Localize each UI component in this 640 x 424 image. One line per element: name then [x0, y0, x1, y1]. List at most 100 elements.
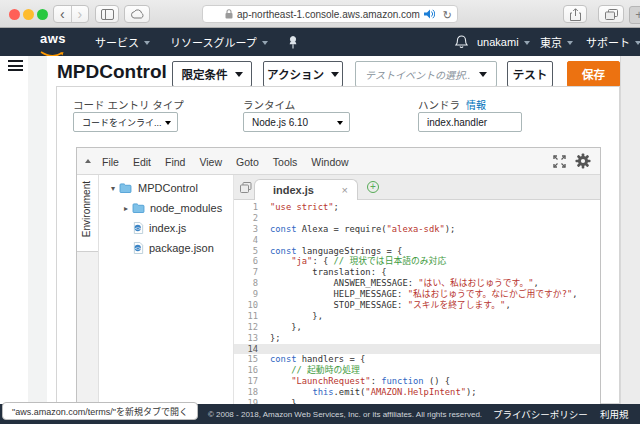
tabs-icon — [605, 9, 618, 20]
address-bar[interactable]: ap-northeast-1.console.aws.amazon.com ↻ — [202, 5, 458, 23]
code-line-3: 3const Alexa = require("alexa-sdk"); — [234, 224, 600, 235]
close-window-button[interactable] — [9, 9, 20, 20]
aws-nav-bar: aws サービス リソースグループ unakami — [0, 28, 640, 56]
tree-arrow-icon[interactable]: ▾ — [111, 184, 115, 193]
code-line-4: 4 — [234, 235, 600, 246]
qualifiers-button[interactable]: 限定条件 — [172, 61, 252, 87]
chevron-down-icon — [524, 41, 530, 45]
nav-support-menu[interactable]: サポート — [586, 28, 640, 56]
share-icon — [570, 8, 581, 21]
test-button[interactable]: テスト — [507, 61, 553, 87]
test-event-select[interactable]: テストイベントの選択.. — [355, 61, 497, 87]
new-tab-button[interactable]: + — [629, 6, 640, 24]
nav-region-menu[interactable]: 東京 — [540, 28, 573, 56]
menu-goto[interactable]: Goto — [229, 156, 266, 168]
nav-services[interactable]: サービス — [95, 28, 150, 56]
menu-tools[interactable]: Tools — [266, 156, 305, 168]
lock-icon — [225, 9, 233, 19]
handler-input[interactable]: index.handler — [418, 112, 522, 132]
menu-icon[interactable] — [8, 60, 23, 72]
code-entry-type-select[interactable]: コードをインライ... — [73, 112, 178, 132]
reload-button[interactable]: ↻ — [443, 7, 452, 23]
menu-edit[interactable]: Edit — [126, 156, 158, 168]
chevron-down-icon — [331, 72, 339, 77]
runtime-select[interactable]: Node.js 6.10 — [243, 112, 350, 132]
forward-button[interactable]: › — [71, 7, 88, 22]
audio-playing-icon[interactable] — [424, 9, 435, 19]
left-sidebar-strip — [28, 56, 47, 404]
share-button[interactable] — [563, 5, 587, 23]
scrollbar-track[interactable] — [620, 56, 640, 404]
code-area[interactable]: 1"use strict";23const Alexa = require("a… — [234, 200, 600, 404]
menu-find[interactable]: Find — [158, 156, 192, 168]
close-tab-icon[interactable]: × — [342, 184, 348, 196]
nav-pin[interactable] — [288, 28, 298, 56]
back-button[interactable]: ‹ — [54, 7, 71, 22]
nav-user-menu[interactable]: unakami — [477, 28, 530, 56]
code-line-5: 5const languageStrings = { — [234, 246, 600, 257]
aws-logo[interactable]: aws — [38, 33, 68, 53]
code-line-16: 16 // 起動時の処理 — [234, 365, 600, 376]
fullscreen-icon[interactable] — [553, 155, 566, 168]
status-tooltip: "aws.amazon.com/terms/"を新規タブで開く — [2, 402, 198, 420]
code-line-10: 10 STOP_MESSAGE: "スキルを終了します。", — [234, 300, 600, 311]
code-line-18: 18 this.emit("AMAZON.HelpIntent"); — [234, 387, 600, 398]
tree-item-MPDControl[interactable]: ▾ MPDControl — [99, 178, 233, 198]
zoom-window-button[interactable] — [37, 9, 48, 20]
chevron-down-icon — [337, 121, 343, 125]
browser-toolbar: ‹ › ap-northeast-1.console.aws.amazon.co… — [0, 0, 640, 28]
tree-item-index.js[interactable]: <> index.js — [99, 218, 233, 238]
chevron-down-icon — [144, 41, 150, 45]
handler-info-link[interactable]: 情報 — [466, 100, 486, 111]
chevron-down-icon — [479, 72, 487, 77]
chevron-down-icon — [262, 41, 268, 45]
gear-icon[interactable] — [575, 153, 591, 169]
tab-index-js[interactable]: index.js × — [254, 179, 358, 200]
new-tab-icon[interactable]: + — [367, 181, 379, 193]
file-tree: ▾ MPDControl▸ node_modules <> index.js <… — [99, 175, 233, 404]
folder-icon — [119, 183, 132, 193]
environment-tab[interactable]: Environment — [77, 175, 99, 404]
tab-overview-button[interactable] — [598, 5, 624, 23]
code-line-8: 8 ANSWER_MESSAGE: "はい、私はおじゅうです。", — [234, 278, 600, 289]
minimize-window-button[interactable] — [23, 9, 34, 20]
tree-arrow-icon[interactable]: ▸ — [124, 204, 128, 213]
menu-window[interactable]: Window — [304, 156, 355, 168]
screen: ‹ › ap-northeast-1.console.aws.amazon.co… — [0, 0, 640, 424]
menu-view[interactable]: View — [192, 156, 229, 168]
folder-icon — [132, 203, 145, 213]
chevron-down-icon — [235, 72, 243, 77]
cloud-icon — [130, 9, 145, 19]
actions-button[interactable]: アクション — [263, 61, 343, 87]
collapse-icon[interactable] — [85, 159, 91, 163]
sidebar-button[interactable] — [95, 5, 119, 23]
sidebar-icon — [101, 9, 114, 20]
code-line-17: 17 "LaunchRequest": function () { — [234, 376, 600, 387]
chevron-down-icon — [165, 121, 171, 125]
code-line-6: 6 "ja": { // 現状では日本語のみ対応 — [234, 256, 600, 267]
editor-tabbar: index.js × + — [234, 175, 600, 200]
terms-link[interactable]: 利用規 — [600, 404, 629, 424]
function-title: MPDControl — [57, 61, 167, 83]
svg-text:<>: <> — [135, 225, 141, 231]
code-line-2: 2 — [234, 213, 600, 224]
handler-label: ハンドラ情報 — [418, 97, 486, 112]
history-nav-buttons: ‹ › — [53, 5, 89, 23]
nav-resource-groups[interactable]: リソースグループ — [170, 28, 268, 56]
js-file-icon: <> — [133, 222, 144, 234]
tab-list-icon[interactable] — [240, 182, 252, 193]
code-line-14: 14 — [234, 344, 600, 355]
js-file-icon: <> — [133, 242, 144, 254]
svg-text:<>: <> — [135, 245, 141, 251]
code-editor: FileEditFindViewGotoToolsWindow — [76, 147, 601, 405]
nav-notifications[interactable] — [455, 28, 468, 56]
code-line-13: 13}; — [234, 333, 600, 344]
menu-file[interactable]: File — [95, 156, 126, 168]
save-button[interactable]: 保存 — [567, 61, 620, 87]
tree-item-node_modules[interactable]: ▸ node_modules — [99, 198, 233, 218]
chevron-down-icon — [567, 41, 573, 45]
privacy-link[interactable]: プライバシーポリシー — [493, 404, 588, 424]
page-content: MPDControl 限定条件 アクション テストイベントの選択.. テスト 保… — [0, 56, 640, 404]
icloud-tabs-button[interactable] — [124, 5, 150, 23]
tree-item-package.json[interactable]: <> package.json — [99, 238, 233, 258]
